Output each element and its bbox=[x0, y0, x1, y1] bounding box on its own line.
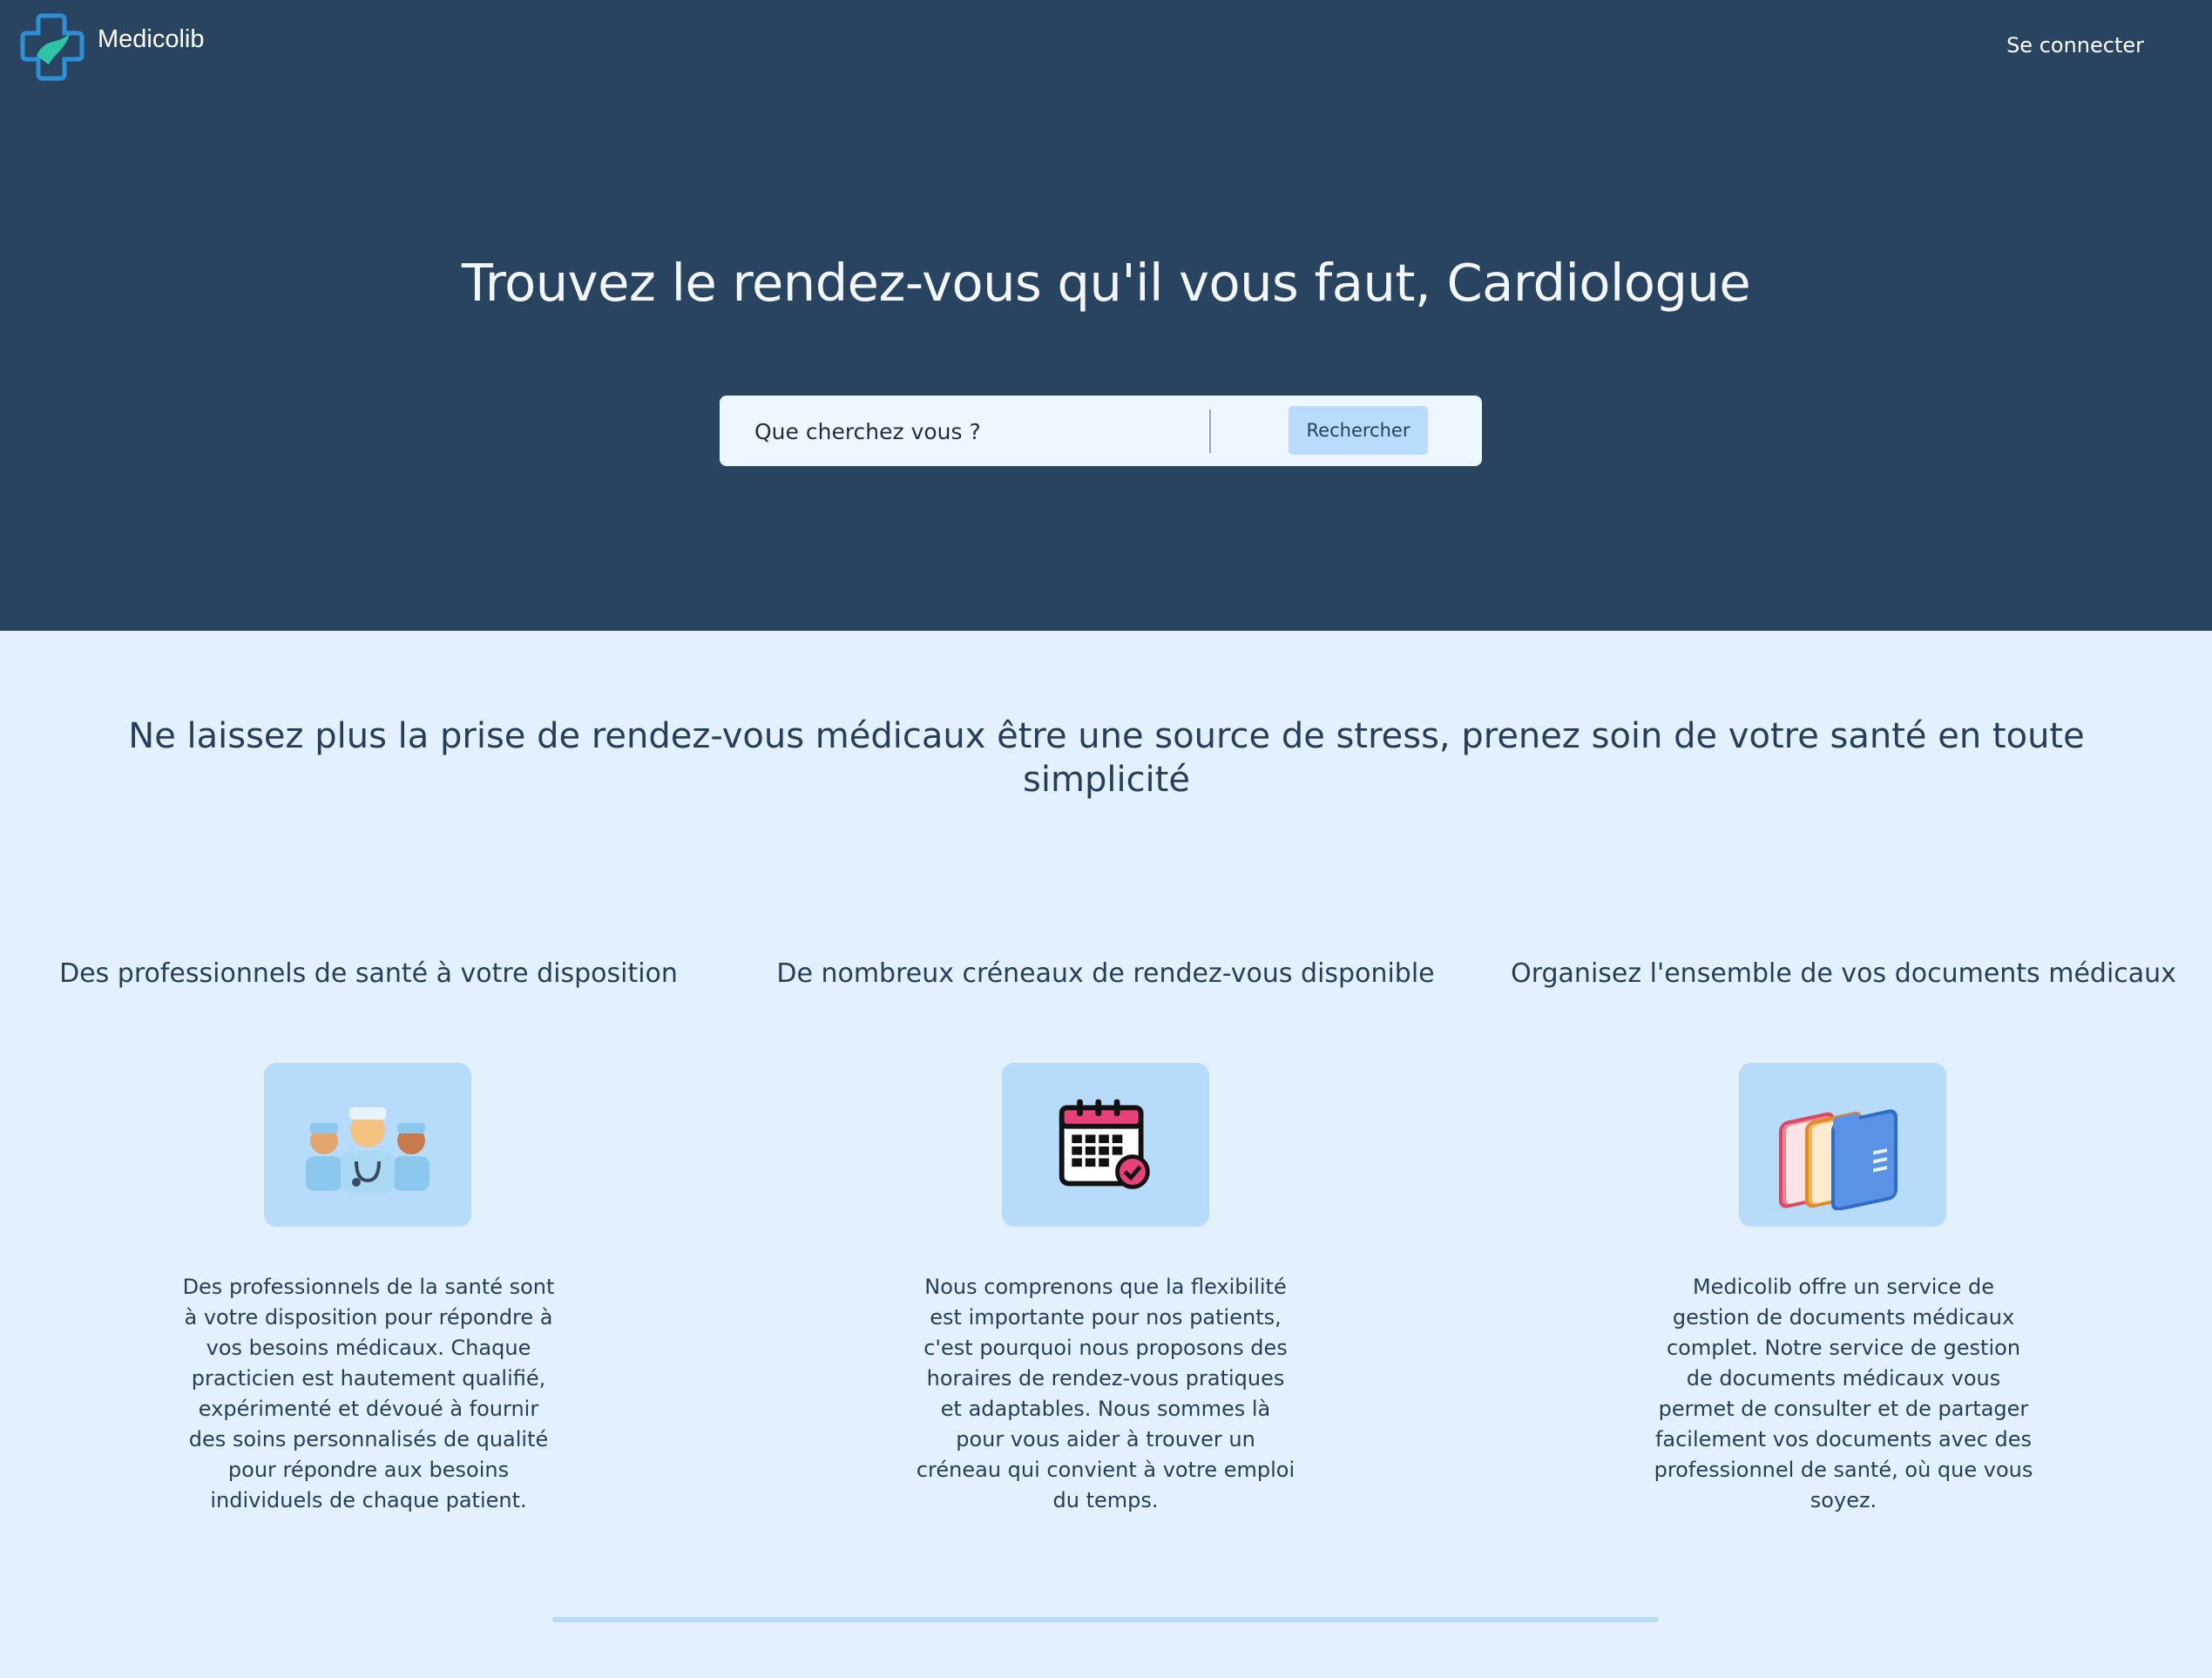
feature-description: Des professionnels de la santé sont à vo… bbox=[182, 1275, 555, 1512]
hero-section: Medicolib Se connecter Trouvez le rendez… bbox=[0, 0, 2212, 631]
search-button[interactable]: Rechercher bbox=[1289, 406, 1428, 455]
feature-title: Des professionnels de santé à votre disp… bbox=[59, 958, 678, 989]
feature-description: Medicolib offre un service de gestion de… bbox=[1654, 1275, 2033, 1512]
tagline: Ne laissez plus la prise de rendez-vous … bbox=[128, 716, 2085, 800]
search-divider bbox=[1209, 409, 1211, 453]
feature-appointments: De nombreux créneaux de rendez-vous disp… bbox=[737, 958, 1474, 1512]
doctors-icon bbox=[264, 1063, 471, 1227]
medical-cross-logo-icon bbox=[20, 13, 85, 81]
brand-name: Medicolib bbox=[98, 24, 205, 53]
section-divider bbox=[552, 1617, 1659, 1622]
feature-description: Nous comprenons que la flexibilité est i… bbox=[916, 1275, 1295, 1512]
search-input[interactable] bbox=[753, 396, 1192, 468]
feature-documents: Organisez l'ensemble de vos documents mé… bbox=[1475, 958, 2212, 1512]
login-link[interactable]: Se connecter bbox=[2006, 33, 2144, 58]
feature-title: De nombreux créneaux de rendez-vous disp… bbox=[776, 958, 1435, 989]
feature-title: Organisez l'ensemble de vos documents mé… bbox=[1511, 958, 2176, 989]
feature-professionals: Des professionnels de santé à votre disp… bbox=[0, 958, 737, 1512]
folders-icon bbox=[1739, 1063, 1946, 1227]
hero-title: Trouvez le rendez-vous qu'il vous faut, … bbox=[461, 253, 1751, 313]
brand-logo[interactable]: Medicolib bbox=[16, 10, 205, 84]
search-bar: Rechercher bbox=[720, 396, 1482, 468]
calendar-check-icon bbox=[1002, 1063, 1209, 1227]
